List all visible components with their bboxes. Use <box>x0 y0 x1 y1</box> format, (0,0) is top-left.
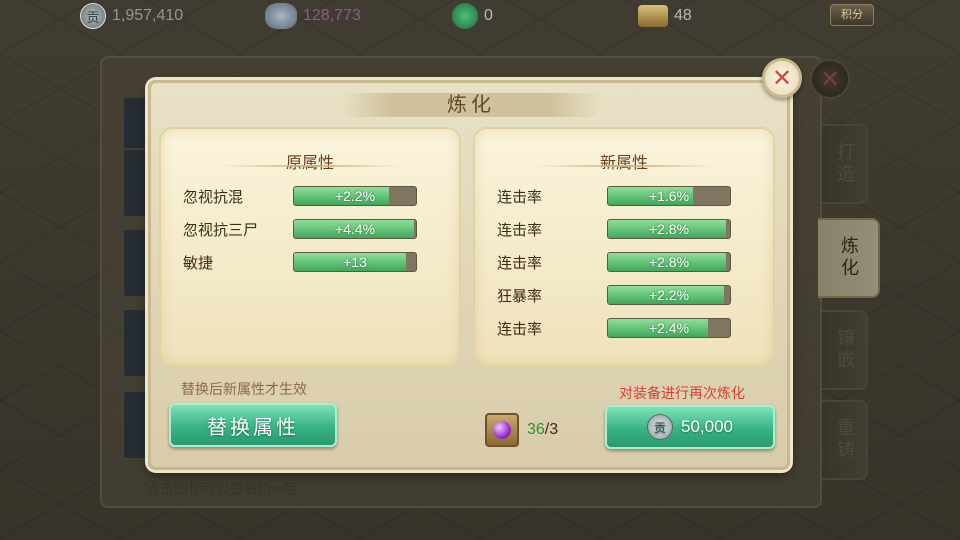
refine-hint: 对装备进行再次炼化 <box>619 386 745 402</box>
attribute-value: +2.2% <box>334 188 376 204</box>
title-ornament <box>221 165 401 167</box>
resource-bar: 贡 1,957,410 128,773 0 48 积分 <box>0 0 960 32</box>
attribute-value: +4.4% <box>334 221 376 237</box>
material-slot[interactable] <box>485 413 519 447</box>
new-attributes-panel: 新属性 连击率 +1.6% 连击率 +2.8% 连击率 +2.8% 狂暴率 +2.2% 连击率 +… <box>473 127 775 367</box>
original-attributes-panel: 原属性 忽视抗混 +2.2% 忽视抗三尸 +4.4% 敏捷 +13 <box>159 127 461 367</box>
purple-gem-icon <box>493 421 511 439</box>
refine-dialog: 炼化 原属性 忽视抗混 +2.2% 忽视抗三尸 +4.4% 敏捷 +13 新属性 连击率 +… <box>148 80 790 470</box>
silver-ingot-icon <box>265 3 297 29</box>
resource-ingot: 128,773 <box>265 3 361 29</box>
attribute-value: +1.6% <box>648 188 690 204</box>
attribute-name: 敏捷 <box>183 253 214 272</box>
panel-title: 新属性 <box>599 153 648 172</box>
resource-silver: 贡 1,957,410 <box>80 3 183 29</box>
jade-icon <box>452 3 478 29</box>
resource-jade: 0 <box>452 3 493 29</box>
attribute-row: 连击率 +2.8% <box>497 251 757 273</box>
attribute-bar: +2.8% <box>607 252 731 272</box>
title-ornament <box>535 165 715 167</box>
attribute-row: 敏捷 +13 <box>183 251 443 273</box>
silver-amount: 1,957,410 <box>112 7 184 24</box>
close-icon: ✕ <box>771 64 793 92</box>
dialog-close-button[interactable]: ✕ <box>762 58 802 98</box>
attribute-bar: +2.2% <box>607 285 731 305</box>
attribute-bar: +4.4% <box>293 219 417 239</box>
attribute-name: 连击率 <box>497 253 543 272</box>
attribute-bar: +2.4% <box>607 318 731 338</box>
points-button[interactable]: 积分 <box>830 4 874 26</box>
attribute-row: 忽视抗三尸 +4.4% <box>183 218 443 240</box>
replace-hint: 替换后新属性才生效 <box>181 382 307 398</box>
attribute-name: 忽视抗三尸 <box>183 220 259 239</box>
scroll-amount: 48 <box>674 7 692 24</box>
attribute-value: +2.8% <box>648 221 690 237</box>
attribute-row: 连击率 +2.8% <box>497 218 757 240</box>
silver-coin-icon: 贡 <box>647 414 673 440</box>
attribute-row: 忽视抗混 +2.2% <box>183 185 443 207</box>
ingot-amount: 128,773 <box>303 7 361 24</box>
attribute-bar: +13 <box>293 252 417 272</box>
panel-title: 原属性 <box>285 153 334 172</box>
attribute-bar: +2.2% <box>293 186 417 206</box>
attribute-name: 连击率 <box>497 319 543 338</box>
material-owned: 36 <box>527 421 545 438</box>
attribute-row: 狂暴率 +2.2% <box>497 284 757 306</box>
resource-scroll: 48 <box>638 3 692 29</box>
scroll-icon <box>638 5 668 27</box>
refine-again-button[interactable]: 贡 50,000 <box>605 405 775 449</box>
attribute-name: 连击率 <box>497 187 543 206</box>
dialog-header: 炼化 <box>341 87 601 117</box>
material-required: /3 <box>544 421 559 438</box>
attribute-row: 连击率 +1.6% <box>497 185 757 207</box>
attribute-row: 连击率 +2.4% <box>497 317 757 339</box>
attribute-name: 狂暴率 <box>497 286 543 305</box>
attribute-value: +2.4% <box>648 320 690 336</box>
attribute-name: 连击率 <box>497 220 543 239</box>
attribute-bar: +2.8% <box>607 219 731 239</box>
material-count: 36/3 <box>527 421 558 439</box>
attribute-value: +13 <box>343 254 367 270</box>
attribute-value: +2.8% <box>648 254 690 270</box>
attribute-value: +2.2% <box>648 287 690 303</box>
silver-coin-icon: 贡 <box>80 3 106 29</box>
attribute-name: 忽视抗混 <box>183 187 244 206</box>
replace-attributes-button[interactable]: 替换属性 <box>169 403 337 447</box>
dialog-title: 炼化 <box>447 91 495 116</box>
jade-amount: 0 <box>484 7 493 24</box>
attribute-bar: +1.6% <box>607 186 731 206</box>
refine-cost: 50,000 <box>681 417 733 436</box>
